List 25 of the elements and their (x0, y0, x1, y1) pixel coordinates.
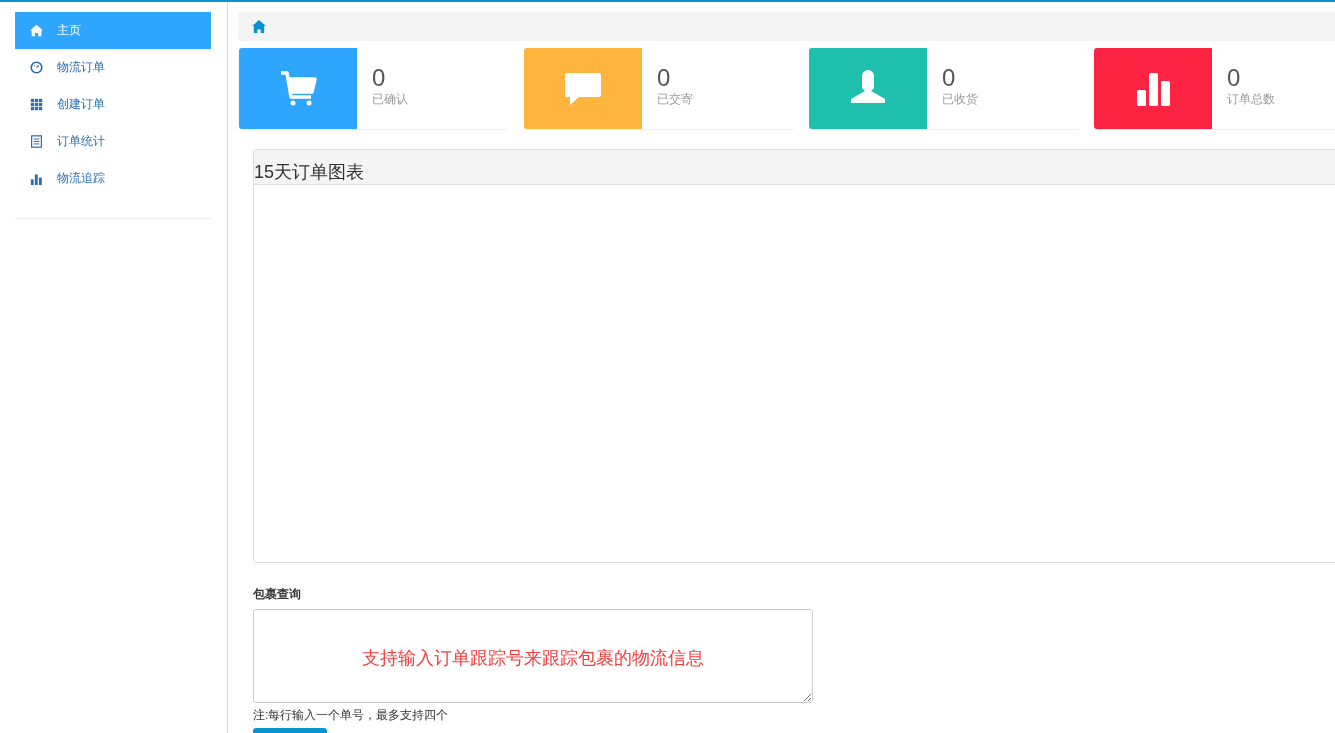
sidebar-item[interactable]: 物流订单 (15, 49, 211, 86)
bar-chart-icon (30, 172, 43, 185)
stat-value: 0 (372, 65, 386, 91)
bar-chart-icon (1136, 71, 1170, 106)
stat-label: 已交寄 (657, 91, 693, 108)
tracking-number-field[interactable]: 支持输入订单跟踪号来跟踪包裹的物流信息 (253, 609, 813, 703)
grid-icon (30, 98, 43, 111)
panel-title: 15天订单图表 (254, 161, 365, 184)
sidebar-item[interactable]: 创建订单 (15, 86, 211, 123)
field-label: 包裹查询 (253, 586, 301, 603)
stat-label: 订单总数 (1227, 91, 1275, 108)
stat-value: 0 (942, 65, 956, 91)
stat-value: 0 (1227, 65, 1241, 91)
stat-label: 已确认 (372, 91, 408, 108)
stat-value: 0 (657, 65, 671, 91)
stat-label: 已收货 (942, 91, 978, 108)
cart-icon (279, 69, 317, 108)
dashboard-icon (30, 61, 43, 74)
list-icon (30, 135, 43, 148)
help-note: 注:每行输入一个单号，最多支持四个 (253, 707, 449, 724)
sidebar-item[interactable]: 物流追踪 (15, 160, 211, 197)
speech-bubble-icon (564, 71, 602, 106)
home-icon (30, 24, 43, 37)
sidebar-item[interactable]: 订单统计 (15, 123, 211, 160)
home-icon[interactable] (252, 20, 266, 33)
